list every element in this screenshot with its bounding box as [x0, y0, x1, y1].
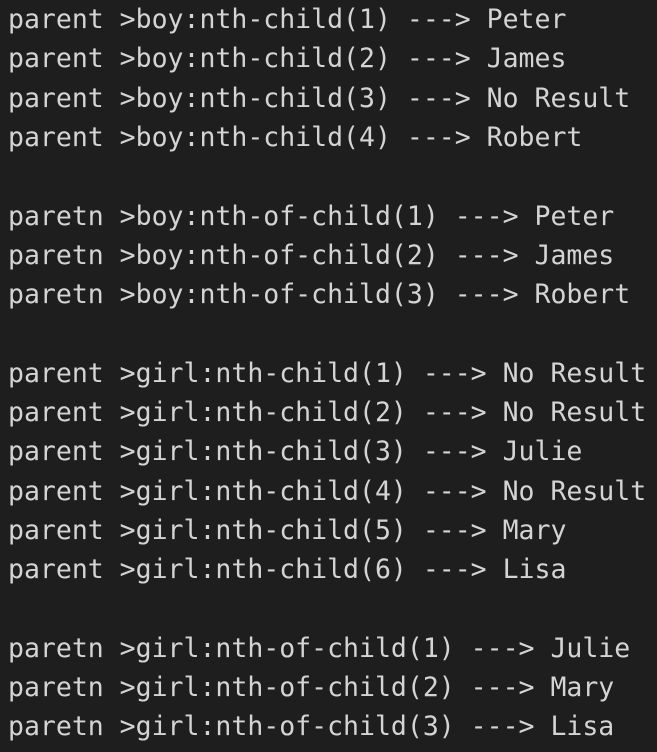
code-line: paretn >boy:nth-of-child(1) ---> Peter — [8, 200, 615, 232]
code-line: paretn >boy:nth-of-child(3) ---> Robert — [8, 279, 631, 311]
code-line: parent >boy:nth-child(1) ---> Peter — [8, 4, 567, 35]
code-line: parent >girl:nth-child(1) ---> No Result — [8, 357, 647, 389]
code-line: parent >boy:nth-child(3) ---> No Result — [8, 82, 631, 114]
code-text-block: parent >boy:nth-child(1) ---> Peter pare… — [0, 0, 657, 752]
code-line: paretn >girl:nth-of-child(2) ---> Mary — [8, 672, 615, 704]
code-line: paretn >girl:nth-of-child(3) ---> Lisa — [8, 711, 615, 743]
code-line: paretn >girl:nth-of-child(1) ---> Julie — [8, 632, 631, 664]
code-line: parent >girl:nth-child(6) ---> Lisa — [8, 554, 567, 586]
code-line: paretn >boy:nth-of-child(2) ---> James — [8, 239, 615, 271]
code-line: parent >girl:nth-child(4) ---> No Result — [8, 475, 647, 507]
code-line: parent >girl:nth-child(2) ---> No Result — [8, 397, 647, 428]
code-line: parent >girl:nth-child(5) ---> Mary — [8, 514, 567, 546]
code-line: parent >girl:nth-child(3) ---> Julie — [8, 436, 583, 468]
code-line: parent >boy:nth-child(2) ---> James — [8, 43, 567, 75]
code-line: parent >boy:nth-child(4) ---> Robert — [8, 121, 583, 153]
